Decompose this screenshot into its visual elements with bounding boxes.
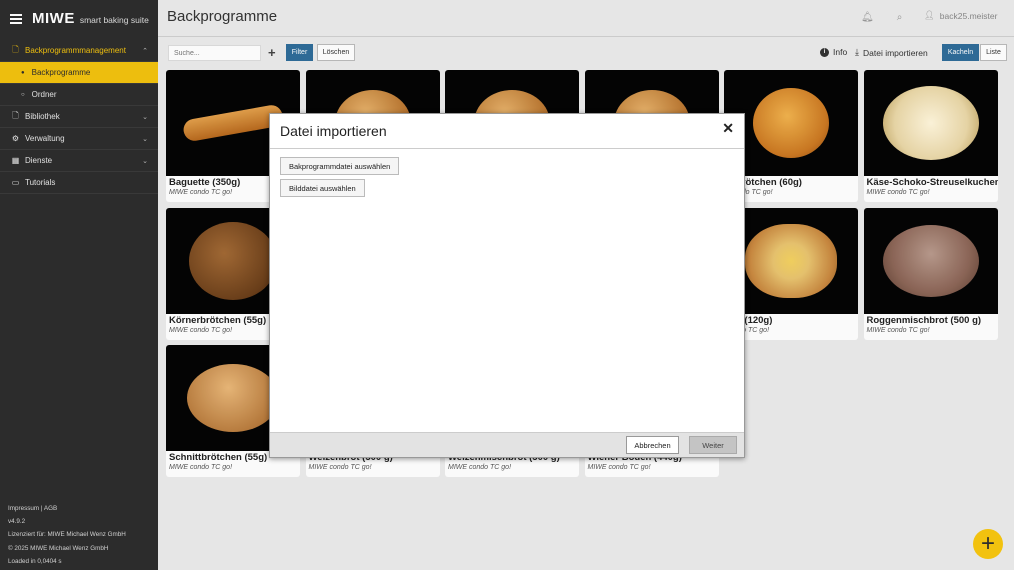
cancel-button[interactable]: Abbrechen <box>626 436 679 454</box>
import-dialog: Datei importieren ✕ Bakprogrammdatei aus… <box>269 113 745 458</box>
select-image-file-button[interactable]: Bilddatei auswählen <box>280 179 365 197</box>
dialog-footer: Abbrechen Weiter <box>270 432 744 457</box>
add-fab-button[interactable]: + <box>973 529 1003 559</box>
dialog-title: Datei importieren <box>280 123 387 139</box>
select-program-file-button[interactable]: Bakprogrammdatei auswählen <box>280 157 400 175</box>
close-icon[interactable]: ✕ <box>722 120 734 137</box>
next-button[interactable]: Weiter <box>689 436 737 454</box>
divider <box>270 148 744 149</box>
